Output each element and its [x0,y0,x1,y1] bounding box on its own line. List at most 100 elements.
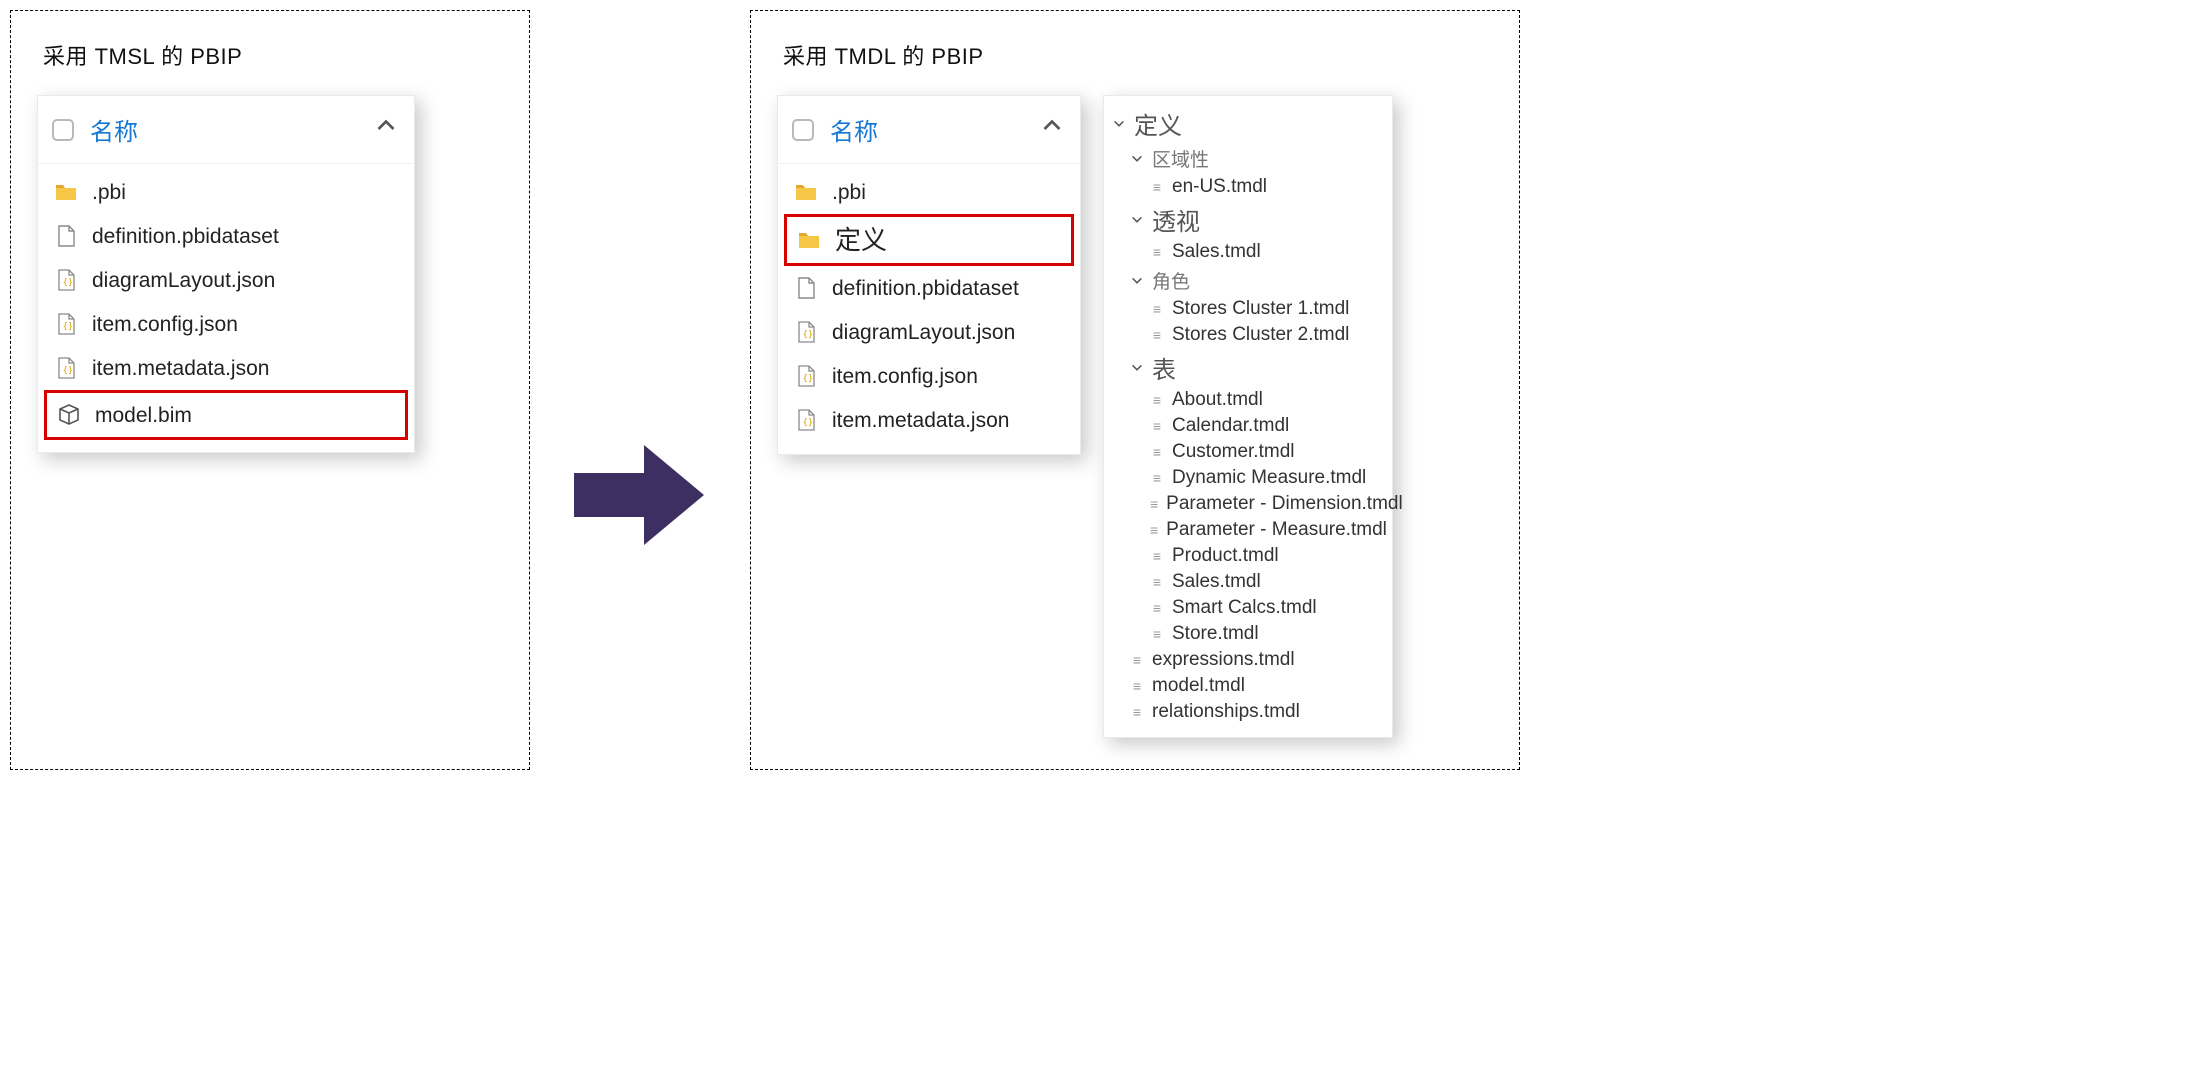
file-row[interactable]: item.metadata.json [784,398,1074,442]
tree-file-label: expressions.tmdl [1152,649,1295,671]
chevron-down-icon [1130,213,1144,227]
json-icon [794,408,818,432]
tree-root[interactable]: 定义 [1110,104,1384,143]
file-glyph-icon: ≡ [1150,392,1164,408]
file-name: diagramLayout.json [832,322,1015,343]
tree-file[interactable]: ≡Parameter - Dimension.tmdl [1110,491,1384,517]
tree-file-label: Dynamic Measure.tmdl [1172,467,1366,489]
chevron-down-icon [1130,361,1144,375]
arrow-icon [570,435,710,555]
file-row[interactable]: item.config.json [784,354,1074,398]
json-icon [794,364,818,388]
tree-group[interactable]: 透视 [1110,200,1384,239]
sort-caret-icon[interactable] [374,114,398,138]
tree-file-label: About.tmdl [1172,389,1263,411]
tree-file[interactable]: ≡Stores Cluster 2.tmdl [1110,322,1384,348]
name-column-header[interactable]: 名称 [90,112,138,147]
tree-group-label: 区域性 [1152,145,1209,172]
tree-file[interactable]: ≡ Parameter - Measure.tmdl [1110,517,1384,543]
file-glyph-icon: ≡ [1150,418,1164,434]
tree-file-label: Sales.tmdl [1172,241,1261,263]
tree-file[interactable]: ≡ Calendar.tmdl [1110,413,1384,439]
file-name: item.config.json [92,314,238,335]
tree-file[interactable]: ≡ Sales.tmdl [1110,239,1384,265]
file-row[interactable]: item.config.json [44,302,408,346]
select-all-checkbox[interactable] [792,119,814,141]
tree-file-label: relationships.tmdl [1152,701,1300,723]
file-glyph-icon: ≡ [1150,470,1164,486]
file-row[interactable]: .pbi [44,170,408,214]
file-name: item.config.json [832,366,978,387]
file-name: 定义 [835,227,887,253]
tree-file-label: Sales.tmdl [1172,571,1261,593]
file-row[interactable]: diagramLayout.json [784,310,1074,354]
file-row[interactable]: definition.pbidataset [44,214,408,258]
tree-file-label: model.tmdl [1152,675,1245,697]
folder-icon [797,228,821,252]
file-glyph-icon: ≡ [1150,574,1164,590]
tree-file[interactable]: ≡ Customer.tmdl [1110,439,1384,465]
select-all-checkbox[interactable] [52,119,74,141]
tree-file[interactable]: ≡Smart Calcs.tmdl [1110,595,1384,621]
tmdl-title: 采用 TMDL 的 PBIP [777,35,1493,95]
sort-caret-icon[interactable] [1040,114,1064,138]
definition-tree-panel: 定义区域性≡en-US.tmdl透视≡Sales.tmdl角色≡Stores C… [1103,95,1393,738]
tree-group[interactable]: 角色 [1110,265,1384,296]
file-icon [794,276,818,300]
tree-file-label: Calendar.tmdl [1172,415,1289,437]
file-name: .pbi [832,182,866,203]
json-icon [794,320,818,344]
tree-file[interactable]: ≡ model.tmdl [1110,673,1384,699]
tree-file[interactable]: ≡expressions.tmdl [1110,647,1384,673]
file-glyph-icon: ≡ [1130,704,1144,720]
tree-file[interactable]: ≡Store.tmdl [1110,621,1384,647]
json-icon [54,312,78,336]
tree-file[interactable]: ≡Stores Cluster 1.tmdl [1110,296,1384,322]
tree-file[interactable]: ≡ Dynamic Measure.tmdl [1110,465,1384,491]
file-glyph-icon: ≡ [1150,301,1164,317]
tree-file[interactable]: ≡ About.tmdl [1110,387,1384,413]
file-name: item.metadata.json [832,410,1009,431]
tree-file[interactable]: ≡ relationships.tmdl [1110,699,1384,725]
file-name: definition.pbidataset [92,226,279,247]
file-row[interactable]: .pbi [784,170,1074,214]
file-glyph-icon: ≡ [1150,522,1158,538]
tree-group-label: 表 [1152,350,1176,385]
tree-group[interactable]: 区域性 [1110,143,1384,174]
tree-file[interactable]: ≡ en-US.tmdl [1110,174,1384,200]
chevron-down-icon [1130,274,1144,288]
file-glyph-icon: ≡ [1150,496,1158,512]
file-glyph-icon: ≡ [1130,678,1144,694]
tmsl-file-list: .pbi definition.pbidataset diagramLayout.j… [38,164,414,452]
tree-file[interactable]: ≡ Sales.tmdl [1110,569,1384,595]
file-glyph-icon: ≡ [1150,600,1164,616]
file-name: .pbi [92,182,126,203]
file-glyph-icon: ≡ [1150,179,1164,195]
tree-file-label: Product.tmdl [1172,545,1279,567]
file-row[interactable]: item.metadata.json [44,346,408,390]
file-row[interactable]: 定义 [784,214,1074,266]
json-icon [54,268,78,292]
tree-group-label: 透视 [1152,202,1200,237]
file-name: item.metadata.json [92,358,269,379]
tree-file-label: Customer.tmdl [1172,441,1294,463]
file-glyph-icon: ≡ [1150,244,1164,260]
tree-group[interactable]: 表 [1110,348,1384,387]
tmsl-title: 采用 TMSL 的 PBIP [37,35,503,95]
tree-file-label: en-US.tmdl [1172,176,1267,198]
tmdl-file-list: .pbi 定义 definition.pbidataset diagramLayout… [778,164,1080,454]
tmdl-file-panel: 名称 .pbi 定义 definition.pbidataset diagramLay… [777,95,1081,455]
tree-root-label: 定义 [1134,106,1182,141]
tree-file-label: Stores Cluster 2.tmdl [1172,324,1349,346]
tree-file-label: Parameter - Measure.tmdl [1166,519,1387,541]
json-icon [54,356,78,380]
tree-file[interactable]: ≡Product.tmdl [1110,543,1384,569]
name-column-header[interactable]: 名称 [830,112,878,147]
file-glyph-icon: ≡ [1150,444,1164,460]
panel-header: 名称 [778,96,1080,164]
definition-tree: 定义区域性≡en-US.tmdl透视≡Sales.tmdl角色≡Stores C… [1110,104,1384,725]
file-row[interactable]: definition.pbidataset [784,266,1074,310]
chevron-down-icon [1130,152,1144,166]
file-row[interactable]: model.bim [44,390,408,440]
file-row[interactable]: diagramLayout.json [44,258,408,302]
